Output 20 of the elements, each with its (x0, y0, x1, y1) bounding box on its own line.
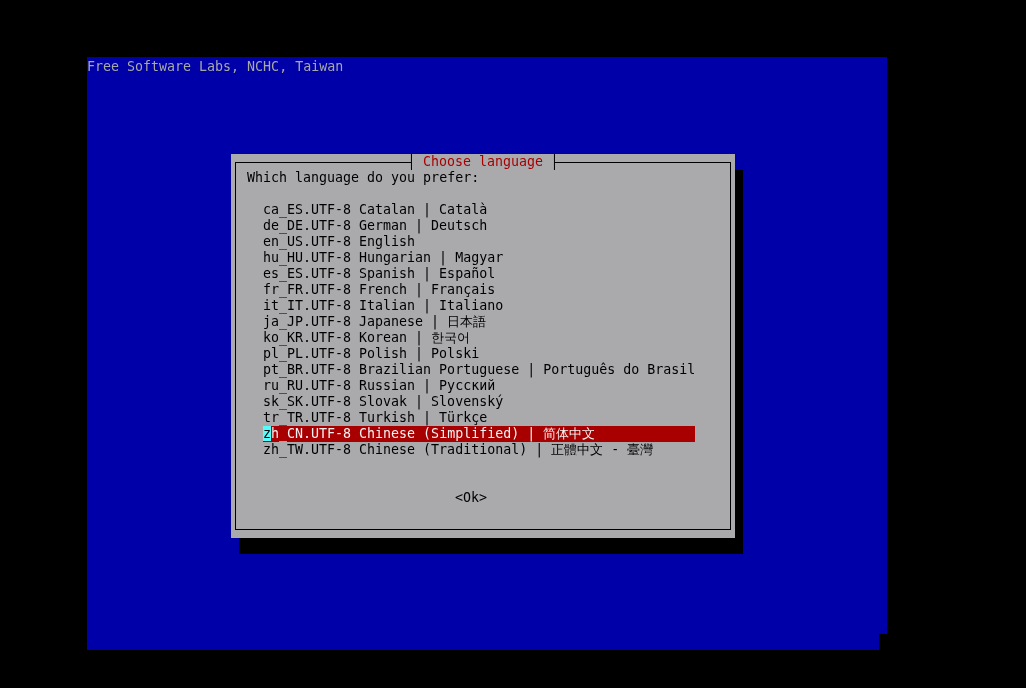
list-item[interactable]: zh_CN.UTF-8 Chinese (Simplified) | 简体中文 (263, 426, 695, 442)
list-item[interactable]: ja_JP.UTF-8 Japanese | 日本語 (263, 314, 695, 330)
list-item[interactable]: pl_PL.UTF-8 Polish | Polski (263, 346, 695, 362)
prompt-text: Which language do you prefer: (247, 170, 480, 186)
list-item[interactable]: ru_RU.UTF-8 Russian | Русский (263, 378, 695, 394)
ok-button[interactable]: <Ok> (455, 490, 488, 506)
list-item[interactable]: zh_TW.UTF-8 Chinese (Traditional) | 正體中文 - 臺灣 (263, 442, 695, 458)
list-item[interactable]: ko_KR.UTF-8 Korean | 한국어 (263, 330, 695, 346)
list-item[interactable]: de_DE.UTF-8 German | Deutsch (263, 218, 695, 234)
list-item[interactable]: es_ES.UTF-8 Spanish | Español (263, 266, 695, 282)
header-text: Free Software Labs, NCHC, Taiwan (87, 59, 344, 75)
dialog-title: Choose language (410, 154, 556, 170)
list-item[interactable]: ca_ES.UTF-8 Catalan | Català (263, 202, 695, 218)
list-item[interactable]: tr_TR.UTF-8 Turkish | Türkçe (263, 410, 695, 426)
list-item[interactable]: fr_FR.UTF-8 French | Français (263, 282, 695, 298)
list-item[interactable]: it_IT.UTF-8 Italian | Italiano (263, 298, 695, 314)
list-item[interactable]: hu_HU.UTF-8 Hungarian | Magyar (263, 250, 695, 266)
list-item[interactable]: en_US.UTF-8 English (263, 234, 695, 250)
list-item[interactable]: pt_BR.UTF-8 Brazilian Portuguese | Português do Brasil (263, 362, 695, 378)
list-item[interactable]: sk_SK.UTF-8 Slovak | Slovenský (263, 394, 695, 410)
